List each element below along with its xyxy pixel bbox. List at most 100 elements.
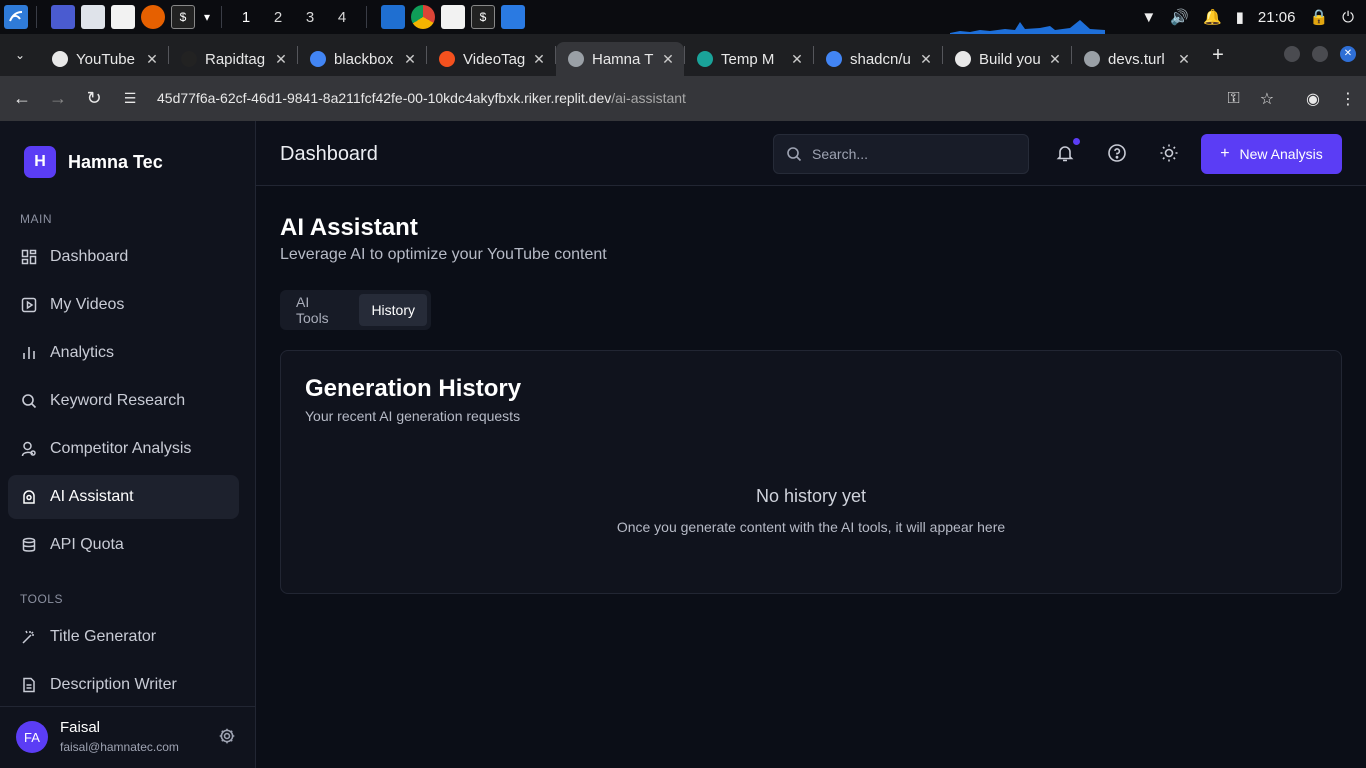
minimize-button[interactable] <box>1284 46 1300 62</box>
bookmark-star-icon[interactable]: ☆ <box>1260 89 1274 109</box>
close-window-button[interactable]: ✕ <box>1340 46 1356 62</box>
files-icon[interactable] <box>81 5 105 29</box>
new-analysis-label: New Analysis <box>1239 146 1323 162</box>
back-button[interactable]: ← <box>4 88 40 109</box>
terminal-launcher-icon[interactable] <box>51 5 75 29</box>
os-taskbar: $ ▾ 1 2 3 4 $ ▼ 🔊 🔔 ▮ 21:06 🔒 ⏻ <box>0 0 1366 34</box>
video-icon <box>20 296 38 314</box>
close-tab-icon[interactable]: ✕ <box>531 51 547 68</box>
section-label-tools: TOOLS <box>20 592 63 606</box>
close-tab-icon[interactable]: ✕ <box>144 51 160 68</box>
favicon-icon <box>52 51 68 67</box>
brand[interactable]: H Hamna Tec <box>24 146 163 178</box>
browser-tab-title: Rapidtag <box>205 50 266 68</box>
key-icon[interactable]: ⚿ <box>1228 90 1240 108</box>
close-tab-icon[interactable]: ✕ <box>402 51 418 68</box>
volume-icon[interactable]: 🔊 <box>1170 8 1189 26</box>
browser-tab[interactable]: devs.turl ✕ <box>1072 42 1200 76</box>
chevron-down-icon[interactable]: ▾ <box>201 5 213 29</box>
power-icon[interactable]: ⏻ <box>1342 9 1354 26</box>
sidebar-item-ai-assistant[interactable]: AI Assistant <box>8 475 239 519</box>
os-menu-icon[interactable] <box>4 5 28 29</box>
browser-tab[interactable]: YouTube ✕ <box>40 42 168 76</box>
browser-tab[interactable]: Build you ✕ <box>943 42 1071 76</box>
browser-tab-title: Hamna T <box>592 50 654 68</box>
chrome-icon[interactable] <box>411 5 435 29</box>
bot-icon <box>20 488 38 506</box>
browser-tab[interactable]: Temp M ✕ <box>685 42 813 76</box>
browser-tab[interactable]: VideoTag ✕ <box>427 42 555 76</box>
tab-history[interactable]: History <box>359 294 427 326</box>
notifications-button[interactable] <box>1054 142 1076 164</box>
sidebar-item-title-generator[interactable]: Title Generator <box>8 615 239 659</box>
forward-button[interactable]: → <box>40 88 76 109</box>
firefox-icon[interactable] <box>141 5 165 29</box>
vscode-icon[interactable] <box>381 5 405 29</box>
browser-tab[interactable]: shadcn/u ✕ <box>814 42 942 76</box>
help-circle-icon <box>1108 144 1126 162</box>
new-tab-button[interactable]: + <box>1200 44 1236 67</box>
sidebar-item-description-writer[interactable]: Description Writer <box>8 663 239 707</box>
close-tab-icon[interactable]: ✕ <box>1176 51 1192 68</box>
empty-state-title: No history yet <box>755 486 867 506</box>
tab-list: AI Tools History <box>280 290 431 330</box>
close-tab-icon[interactable]: ✕ <box>789 51 805 68</box>
calendar-icon[interactable] <box>501 5 525 29</box>
file-text-icon <box>20 676 38 694</box>
sidebar-item-keyword-research[interactable]: Keyword Research <box>8 379 239 423</box>
workspace-1[interactable]: 1 <box>230 9 262 26</box>
site-info-icon[interactable]: ☰ <box>112 90 148 107</box>
lock-icon[interactable]: 🔒 <box>1309 8 1328 26</box>
sidebar-item-my-videos[interactable]: My Videos <box>8 283 239 327</box>
sidebar-item-dashboard[interactable]: Dashboard <box>8 235 239 279</box>
sidebar-item-label: My Videos <box>50 296 125 313</box>
browser-tab-bar: ⌄ YouTube ✕ Rapidtag ✕ blackbox ✕ VideoTag ✕ Ham… <box>0 34 1366 76</box>
network-graph <box>950 20 1105 34</box>
document-icon[interactable] <box>441 5 465 29</box>
tab-ai-tools[interactable]: AI Tools <box>284 294 357 326</box>
close-tab-icon[interactable]: ✕ <box>273 51 289 68</box>
sidebar-item-analytics[interactable]: Analytics <box>8 331 239 375</box>
help-button[interactable] <box>1106 142 1128 164</box>
search-input[interactable] <box>812 146 1012 162</box>
sidebar-item-competitor-analysis[interactable]: Competitor Analysis <box>8 427 239 471</box>
favicon-icon <box>310 51 326 67</box>
menu-dots-icon[interactable]: ⋮ <box>1340 89 1356 109</box>
close-tab-icon[interactable]: ✕ <box>1047 51 1063 68</box>
favicon-icon <box>697 51 713 67</box>
address-bar: ← → ↻ ☰ 45d77f6a-62cf-46d1-9841-8a211fcf… <box>0 76 1366 121</box>
notification-dot <box>1073 138 1080 145</box>
workspace-4[interactable]: 4 <box>326 9 358 26</box>
search-box[interactable] <box>773 134 1029 174</box>
browser-tab[interactable]: Hamna T ✕ <box>556 42 684 76</box>
text-editor-icon[interactable] <box>111 5 135 29</box>
sidebar-item-api-quota[interactable]: API Quota <box>8 523 239 567</box>
top-bar: Dashboard + New Analysis <box>256 121 1366 186</box>
maximize-button[interactable] <box>1312 46 1328 62</box>
bar-chart-icon <box>20 344 38 362</box>
theme-toggle-button[interactable] <box>1158 142 1180 164</box>
terminal-icon[interactable]: $ <box>171 5 195 29</box>
workspace-3[interactable]: 3 <box>294 9 326 26</box>
bell-icon[interactable]: 🔔 <box>1203 8 1222 26</box>
favicon-icon <box>1084 51 1100 67</box>
gear-icon[interactable] <box>218 727 236 745</box>
reload-button[interactable]: ↻ <box>76 88 112 109</box>
browser-tab[interactable]: blackbox ✕ <box>298 42 426 76</box>
user-profile[interactable]: FA Faisal faisal@hamnatec.com <box>0 706 256 768</box>
battery-icon[interactable]: ▮ <box>1236 8 1244 26</box>
section-label-main: MAIN <box>20 212 52 226</box>
workspace-2[interactable]: 2 <box>262 9 294 26</box>
header-title: Dashboard <box>280 143 378 165</box>
url-field[interactable]: 45d77f6a-62cf-46d1-9841-8a211fcf42fe-00-… <box>157 90 686 106</box>
terminal-window-icon[interactable]: $ <box>471 5 495 29</box>
browser-tab-title: shadcn/u <box>850 50 911 68</box>
tab-list-chevron-icon[interactable]: ⌄ <box>0 48 40 62</box>
browser-tab[interactable]: Rapidtag ✕ <box>169 42 297 76</box>
avatar: FA <box>16 721 48 753</box>
new-analysis-button[interactable]: + New Analysis <box>1201 134 1342 174</box>
wifi-icon[interactable]: ▼ <box>1141 9 1156 26</box>
close-tab-icon[interactable]: ✕ <box>660 51 676 68</box>
profile-icon[interactable]: ◉ <box>1306 89 1320 109</box>
close-tab-icon[interactable]: ✕ <box>918 51 934 68</box>
